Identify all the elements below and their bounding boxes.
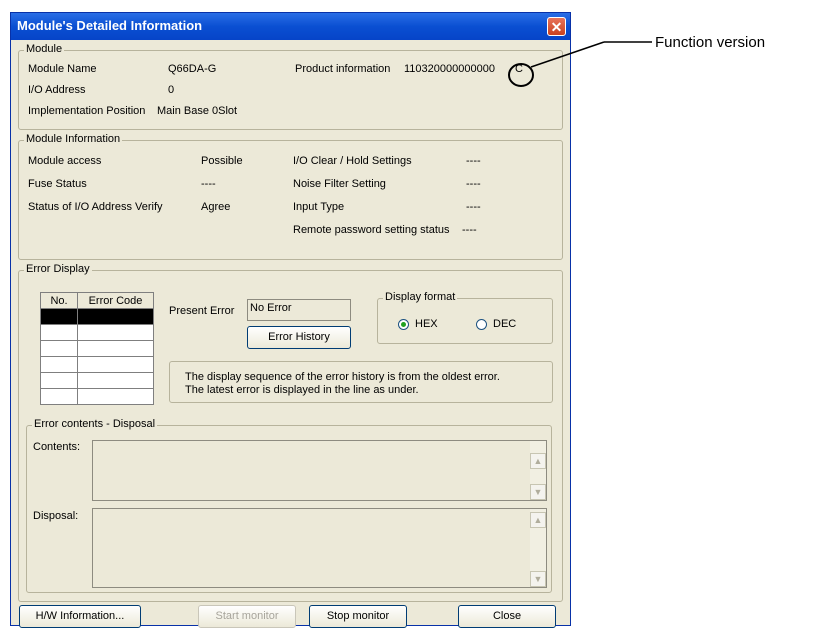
scroll-up-icon[interactable]: ▲	[530, 512, 546, 528]
fuse-status-label: Fuse Status	[28, 178, 87, 190]
module-name-value: Q66DA-G	[168, 63, 217, 75]
hw-information-button[interactable]: H/W Information...	[19, 605, 141, 628]
function-version-value: C	[515, 63, 523, 75]
table-row[interactable]	[40, 308, 154, 325]
window-title: Module's Detailed Information	[17, 18, 203, 33]
disposal-textarea[interactable]: ▲ ▼	[92, 508, 547, 588]
function-version-callout: Function version	[655, 34, 766, 51]
hex-radio[interactable]	[398, 319, 409, 330]
noise-filter-value: ----	[466, 178, 481, 190]
display-format-legend: Display format	[383, 291, 458, 303]
noise-filter-label: Noise Filter Setting	[293, 178, 386, 190]
note-box: The display sequence of the error histor…	[169, 361, 553, 403]
disposal-scrollbar[interactable]: ▲ ▼	[530, 509, 546, 587]
module-access-value: Possible	[201, 155, 243, 167]
module-group: Module Module Name Q66DA-G I/O Address 0…	[18, 43, 563, 130]
remote-password-label: Remote password setting status	[293, 224, 450, 236]
stop-monitor-button[interactable]: Stop monitor	[309, 605, 407, 628]
start-monitor-button[interactable]: Start monitor	[198, 605, 296, 628]
error-contents-legend: Error contents - Disposal	[32, 418, 158, 430]
col-error-code-header: Error Code	[77, 292, 154, 309]
error-history-button[interactable]: Error History	[247, 326, 351, 349]
contents-label: Contents:	[33, 441, 81, 453]
table-row[interactable]	[40, 372, 154, 389]
scroll-up-icon[interactable]: ▲	[530, 453, 546, 469]
title-bar[interactable]: Module's Detailed Information ✕	[11, 13, 570, 40]
table-row[interactable]	[40, 340, 154, 357]
dec-label[interactable]: DEC	[493, 318, 516, 330]
disposal-label: Disposal:	[33, 510, 79, 522]
note-line-2: The latest error is displayed in the lin…	[185, 384, 419, 396]
contents-textarea[interactable]: ▲ ▼	[92, 440, 547, 501]
hex-label[interactable]: HEX	[415, 318, 438, 330]
scroll-down-icon[interactable]: ▼	[530, 484, 546, 500]
module-detail-dialog: Module's Detailed Information ✕ Module M…	[10, 12, 571, 628]
product-info-value: 110320000000000	[404, 63, 495, 75]
implementation-label: Implementation Position	[28, 105, 146, 117]
error-display-legend: Error Display	[24, 263, 92, 275]
module-information-group: Module Information Module access Possibl…	[18, 133, 563, 260]
table-row[interactable]	[40, 388, 154, 405]
io-clear-label: I/O Clear / Hold Settings	[293, 155, 412, 167]
error-contents-group: Error contents - Disposal Contents: ▲ ▼ …	[26, 418, 552, 593]
product-info-label: Product information	[295, 63, 391, 75]
verify-label: Status of I/O Address Verify	[28, 201, 163, 213]
module-name-label: Module Name	[28, 63, 97, 75]
io-address-label: I/O Address	[28, 84, 86, 96]
present-error-label: Present Error	[169, 305, 235, 317]
input-type-label: Input Type	[293, 201, 345, 213]
verify-value: Agree	[201, 201, 231, 213]
contents-scrollbar[interactable]: ▲ ▼	[530, 441, 546, 500]
module-legend: Module	[24, 43, 65, 55]
error-display-group: Error Display No. Error Code Present Err…	[18, 263, 563, 602]
io-address-value: 0	[168, 84, 175, 96]
fuse-status-value: ----	[201, 178, 216, 190]
io-clear-value: ----	[466, 155, 481, 167]
close-icon[interactable]: ✕	[547, 17, 566, 36]
dec-radio[interactable]	[476, 319, 487, 330]
error-history-table[interactable]: No. Error Code	[40, 292, 154, 405]
module-information-legend: Module Information	[24, 133, 123, 145]
table-row[interactable]	[40, 324, 154, 341]
implementation-value: Main Base 0Slot	[157, 105, 238, 117]
table-row[interactable]	[40, 356, 154, 373]
col-no-header: No.	[40, 292, 78, 309]
note-line-1: The display sequence of the error histor…	[185, 371, 500, 383]
module-access-label: Module access	[28, 155, 102, 167]
present-error-value: No Error	[250, 302, 292, 314]
display-format-group: Display format HEX DEC	[377, 291, 553, 344]
remote-password-value: ----	[462, 224, 477, 236]
input-type-value: ----	[466, 201, 481, 213]
present-error-field: No Error	[247, 299, 351, 321]
scroll-down-icon[interactable]: ▼	[530, 571, 546, 587]
close-button[interactable]: Close	[458, 605, 556, 628]
